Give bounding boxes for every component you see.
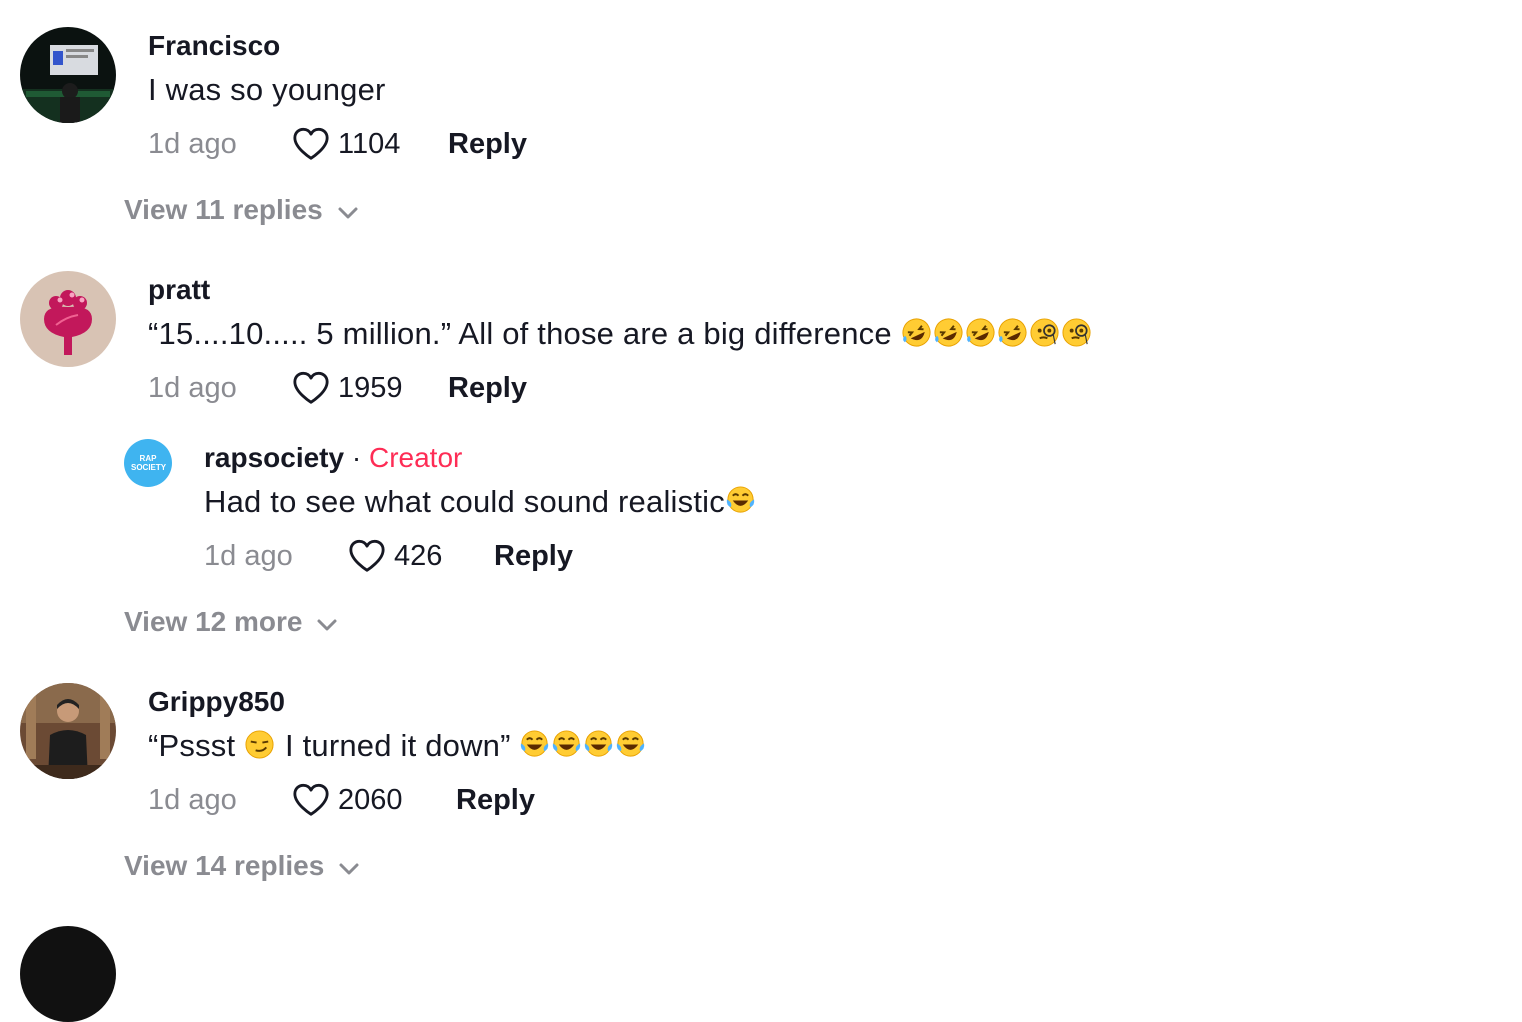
heart-outline-icon bbox=[292, 126, 330, 162]
comment-text-part: I turned it down” bbox=[276, 728, 520, 763]
view-replies-button[interactable]: View 11 replies bbox=[124, 194, 359, 226]
reply-timestamp: 1d ago bbox=[204, 539, 293, 572]
reply-button[interactable]: Reply bbox=[456, 784, 535, 817]
view-replies-label: View 12 more bbox=[124, 606, 303, 637]
comment-timestamp: 1d ago bbox=[148, 783, 237, 816]
reply-text: Had to see what could sound realistic bbox=[204, 484, 757, 520]
joy-emoji-icon bbox=[551, 729, 582, 760]
comment-text: “Pssst I turned it down” bbox=[148, 728, 647, 764]
like-count: 426 bbox=[394, 539, 443, 572]
monocle-emoji-icon bbox=[1029, 317, 1060, 348]
like-count: 1959 bbox=[338, 371, 403, 404]
avatar[interactable] bbox=[20, 271, 116, 367]
comment-timestamp: 1d ago bbox=[148, 371, 237, 404]
creator-avatar-logo: RAP SOCIETY bbox=[131, 454, 167, 472]
avatar[interactable] bbox=[20, 27, 116, 123]
like-count: 2060 bbox=[338, 783, 403, 816]
like-button[interactable]: 2060 bbox=[292, 782, 456, 818]
reply-button[interactable]: Reply bbox=[448, 372, 527, 405]
joy-emoji-icon bbox=[583, 729, 614, 760]
reply-username-row: rapsociety · Creator bbox=[204, 442, 462, 474]
joy-emoji-icon bbox=[519, 729, 550, 760]
chevron-down-icon bbox=[337, 206, 359, 220]
comment-text-part: “Pssst bbox=[148, 728, 245, 763]
rofl-emoji-icon bbox=[933, 317, 964, 348]
like-button[interactable]: 1959 bbox=[292, 370, 448, 406]
reply-username[interactable]: rapsociety bbox=[204, 442, 344, 473]
joy-emoji-icon bbox=[725, 485, 756, 516]
comment-username[interactable]: Francisco bbox=[148, 30, 280, 62]
heart-outline-icon bbox=[348, 538, 386, 574]
comment-username[interactable]: Grippy850 bbox=[148, 686, 285, 718]
view-more-replies-button[interactable]: View 12 more bbox=[124, 606, 338, 638]
heart-outline-icon bbox=[292, 370, 330, 406]
comment-text: “15....10..... 5 million.” All of those … bbox=[148, 316, 1093, 352]
rofl-emoji-icon bbox=[901, 317, 932, 348]
creator-avatar[interactable]: RAP SOCIETY bbox=[124, 439, 172, 487]
smirk-emoji-icon bbox=[244, 729, 275, 760]
monocle-emoji-icon bbox=[1061, 317, 1092, 348]
view-replies-label: View 11 replies bbox=[124, 194, 323, 225]
rofl-emoji-icon bbox=[997, 317, 1028, 348]
chevron-down-icon bbox=[338, 862, 360, 876]
comment-text: I was so younger bbox=[148, 72, 386, 107]
comment-text-body: “15....10..... 5 million.” All of those … bbox=[148, 316, 901, 351]
creator-badge: Creator bbox=[368, 442, 463, 473]
avatar[interactable] bbox=[20, 683, 116, 779]
reply-button[interactable]: Reply bbox=[494, 540, 573, 573]
reply-button[interactable]: Reply bbox=[448, 128, 527, 161]
like-button[interactable]: 426 bbox=[348, 538, 494, 574]
heart-outline-icon bbox=[292, 782, 330, 818]
chevron-down-icon bbox=[316, 618, 338, 632]
comment-timestamp: 1d ago bbox=[148, 127, 237, 160]
separator-dot: · bbox=[351, 442, 362, 473]
like-button[interactable]: 1104 bbox=[292, 126, 448, 162]
like-count: 1104 bbox=[338, 127, 401, 160]
rofl-emoji-icon bbox=[965, 317, 996, 348]
comment-username[interactable]: pratt bbox=[148, 274, 210, 306]
reply-text-body: Had to see what could sound realistic bbox=[204, 484, 725, 519]
view-replies-button[interactable]: View 14 replies bbox=[124, 850, 360, 882]
avatar[interactable] bbox=[20, 926, 116, 1022]
joy-emoji-icon bbox=[615, 729, 646, 760]
view-replies-label: View 14 replies bbox=[124, 850, 325, 881]
